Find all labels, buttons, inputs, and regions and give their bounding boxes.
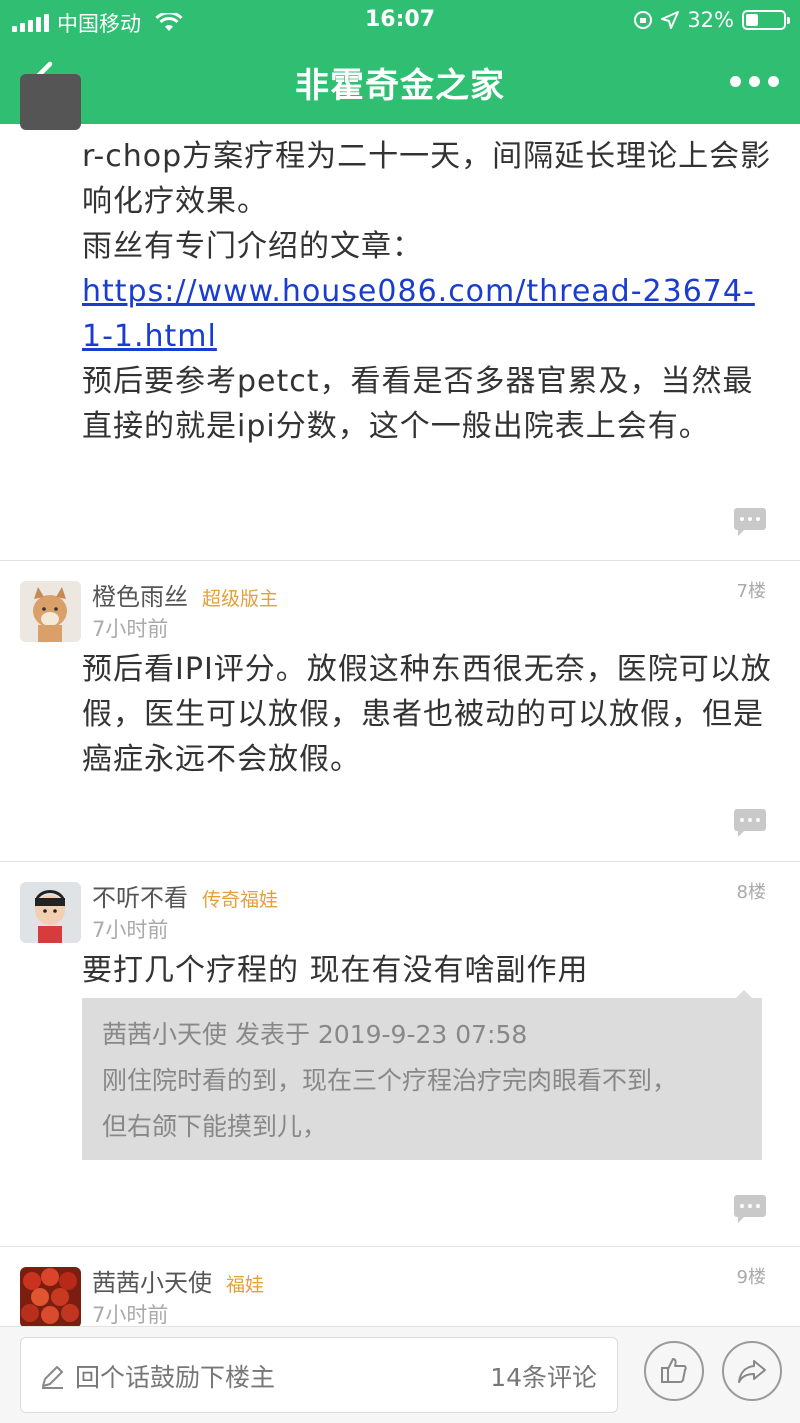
post-floor-6: r-chop方案疗程为二十一天，间隔延长理论上会影响化疗效果。 雨丝有专门介绍的… [0, 74, 800, 561]
battery-icon [742, 10, 790, 30]
comment-placeholder: 回个话鼓励下楼主 [75, 1363, 276, 1392]
post-time: 7小时前 [92, 1303, 169, 1327]
username[interactable]: 橙色雨丝 [92, 583, 188, 611]
post-floor-7: 橙色雨丝 超级版主 7小时前 7楼 预后看IPI评分。放假这种东西很无奈，医院可以… [0, 561, 800, 862]
quote-line: 但右颌下能摸到儿， [102, 1112, 328, 1141]
user-rank-badge: 传奇福娃 [202, 889, 279, 911]
user-rank-badge: 福娃 [226, 1274, 265, 1296]
user-rank-badge: 超级版主 [202, 588, 279, 610]
username-row: 不听不看 传奇福娃 [92, 878, 278, 913]
share-button[interactable] [722, 1341, 782, 1401]
bottom-bar: 回个话鼓励下楼主 14条评论 [0, 1326, 800, 1423]
reply-icon[interactable] [734, 809, 766, 837]
reply-icon[interactable] [734, 1195, 766, 1223]
floor-number: 9楼 [736, 1267, 766, 1288]
avatar [20, 74, 81, 130]
post-floor-9: 茜茜小天使 福娃 7小时前 9楼 [0, 1247, 800, 1328]
quote-line: 刚住院时看的到，现在三个疗程治疗完肉眼看不到， [102, 1066, 678, 1095]
post-time: 7小时前 [92, 617, 169, 641]
avatar[interactable] [20, 1267, 81, 1328]
floor-number: 8楼 [736, 882, 766, 903]
share-arrow-icon [738, 1360, 766, 1383]
username[interactable]: 茜茜小天使 [92, 1269, 212, 1297]
avatar[interactable] [20, 581, 81, 642]
comment-input[interactable]: 回个话鼓励下楼主 14条评论 [20, 1337, 618, 1413]
post-time: 7小时前 [92, 918, 169, 942]
pencil-icon [42, 1366, 63, 1389]
post-paragraph: 预后要参考petct，看看是否多器官累及，当然最直接的就是ipi分数，这个一般出… [82, 364, 754, 444]
like-button[interactable] [644, 1341, 704, 1401]
location-arrow-icon [661, 11, 680, 29]
reply-icon[interactable] [734, 508, 766, 536]
comment-count[interactable]: 14条评论 [490, 1358, 597, 1394]
page-title: 非霍奇金之家 [295, 66, 505, 106]
post-text: 要打几个疗程的 现在有没有啥副作用 [82, 953, 589, 988]
quoted-reply: 茜茜小天使 发表于 2019-9-23 07:58 刚住院时看的到，现在三个疗程… [82, 990, 762, 1160]
app-header: 中国移动 16:07 32% 非霍奇金之家 [0, 0, 800, 124]
avatar[interactable] [20, 882, 81, 943]
post-text: r-chop方案疗程为二十一天，间隔延长理论上会影响化疗效果。 雨丝有专门介绍的… [82, 134, 772, 449]
thumbs-up-icon [661, 1358, 687, 1383]
post-text: 预后看IPI评分。放假这种东西很无奈，医院可以放假，医生可以放假，患者也被动的可… [82, 652, 772, 777]
status-bar: 中国移动 16:07 32% [0, 0, 800, 40]
username-row: 橙色雨丝 超级版主 [92, 577, 278, 612]
more-options-icon[interactable] [730, 68, 780, 94]
rotation-lock-icon [634, 11, 653, 29]
post-paragraph: 雨丝有专门介绍的文章： [82, 229, 423, 264]
thread-link[interactable]: https://www.house086.com/thread-23674-1-… [82, 269, 772, 359]
username-row: 茜茜小天使 福娃 [92, 1263, 264, 1298]
floor-number: 7楼 [736, 581, 766, 602]
nav-bar: 非霍奇金之家 [0, 40, 800, 124]
post-floor-8: 不听不看 传奇福娃 7小时前 8楼 要打几个疗程的 现在有没有啥副作用 茜茜小天使… [0, 862, 800, 1247]
quote-header: 茜茜小天使 发表于 2019-9-23 07:58 [102, 1020, 528, 1049]
post-paragraph: r-chop方案疗程为二十一天，间隔延长理论上会影响化疗效果。 [82, 139, 772, 219]
username[interactable]: 不听不看 [92, 884, 188, 912]
battery-percent: 32% [687, 8, 734, 32]
